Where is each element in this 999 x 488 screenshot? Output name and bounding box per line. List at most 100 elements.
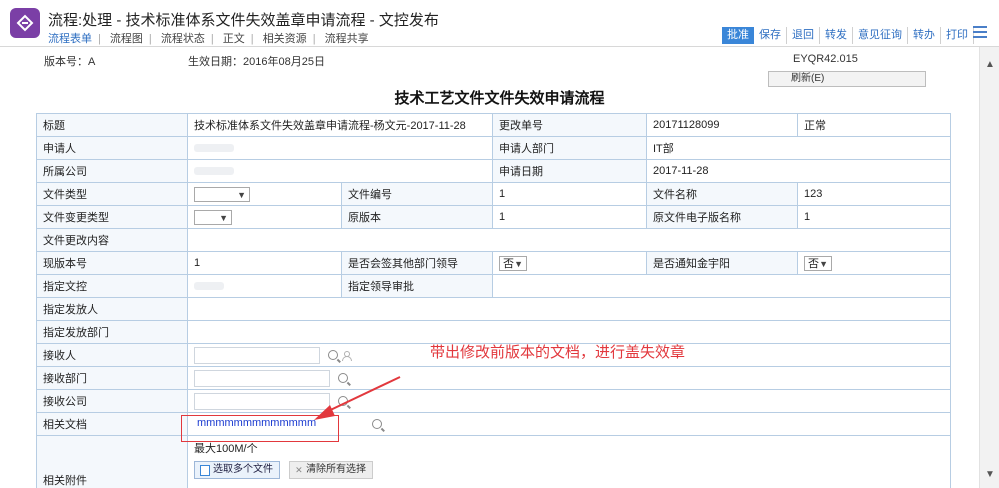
file-no-value: 1 bbox=[492, 182, 647, 206]
countersign-cell: 否 ▼ bbox=[492, 251, 647, 275]
redacted-value bbox=[194, 167, 234, 176]
orig-version-label: 原版本 bbox=[341, 205, 493, 229]
separator: | bbox=[210, 33, 214, 45]
leader-approval-value[interactable] bbox=[492, 274, 951, 298]
file-type-cell: ▼ bbox=[187, 182, 342, 206]
applicant-value bbox=[187, 136, 493, 160]
orig-file-name-label: 原文件电子版名称 bbox=[646, 205, 798, 229]
change-no-value: 20171128099 bbox=[646, 113, 798, 137]
file-no-label: 文件编号 bbox=[341, 182, 493, 206]
save-button[interactable]: 保存 bbox=[754, 27, 787, 44]
separator: | bbox=[98, 33, 101, 45]
tab-flow-status[interactable]: 流程状态 bbox=[161, 33, 205, 45]
file-type-label: 文件类型 bbox=[36, 182, 188, 206]
redacted-value bbox=[194, 144, 234, 153]
consult-button[interactable]: 意见征询 bbox=[853, 27, 908, 44]
table-row: 文件变更类型 ▼ 原版本 1 原文件电子版名称 1 bbox=[36, 205, 951, 229]
effective-date: 生效日期：2016年08月25日 bbox=[188, 56, 325, 68]
title-value: 技术标准体系文件失效盖章申请流程-杨文元-2017-11-28 bbox=[187, 113, 493, 137]
apply-date-value: 2017-11-28 bbox=[646, 159, 951, 183]
file-type-select[interactable]: ▼ bbox=[194, 186, 250, 202]
notify-select[interactable]: 否 ▼ bbox=[804, 255, 832, 271]
notify-cell: 否 ▼ bbox=[797, 251, 951, 275]
table-row: 现版本号 1 是否会签其他部门领导 否 ▼ 是否通知金宇阳 否 ▼ bbox=[36, 251, 951, 275]
table-row: 指定发放人 bbox=[36, 297, 951, 321]
upload-files-button[interactable]: 选取多个文件 bbox=[194, 461, 280, 479]
search-icon[interactable] bbox=[328, 350, 338, 360]
change-type-label: 文件变更类型 bbox=[36, 205, 188, 229]
distributor-value[interactable] bbox=[187, 297, 951, 321]
clear-selection-button[interactable]: 清除所有选择 bbox=[289, 461, 374, 479]
subnav: 流程表单 | 流程图 | 流程状态 | 正文 | 相关资源 | 流程共享 bbox=[48, 30, 369, 46]
receiving-dept-label: 接收部门 bbox=[36, 366, 188, 390]
assigned-control-label: 指定文控 bbox=[36, 274, 188, 298]
related-doc-label: 相关文档 bbox=[36, 412, 188, 436]
version-label: 版本号：A bbox=[44, 56, 96, 68]
tab-flow-form[interactable]: 流程表单 bbox=[48, 33, 92, 45]
countersign-select[interactable]: 否 ▼ bbox=[499, 255, 527, 271]
applicant-label: 申请人 bbox=[36, 136, 188, 160]
select-value: 否 bbox=[503, 257, 514, 270]
current-version-label: 现版本号 bbox=[36, 251, 188, 275]
file-name-label: 文件名称 bbox=[646, 182, 798, 206]
refresh-button[interactable]: 刷新(E) bbox=[768, 71, 926, 87]
tab-flow-chart[interactable]: 流程图 bbox=[110, 33, 143, 45]
applicant-dept-value: IT部 bbox=[646, 136, 951, 160]
change-type-select[interactable]: ▼ bbox=[194, 209, 232, 225]
annotation-arrow bbox=[314, 376, 401, 420]
annotation-text: 带出修改前版本的文档，进行盖失效章 bbox=[430, 344, 686, 361]
table-row: 指定文控 指定领导审批 bbox=[36, 274, 951, 298]
change-content-value[interactable] bbox=[187, 228, 951, 252]
chevron-down-icon: ▼ bbox=[514, 258, 523, 269]
window-header: 流程:处理 - 技术标准体系文件失效盖章申请流程 - 文控发布 流程表单 | 流程… bbox=[0, 0, 999, 47]
company-label: 所属公司 bbox=[36, 159, 188, 183]
countersign-label: 是否会签其他部门领导 bbox=[341, 251, 493, 275]
change-type-cell: ▼ bbox=[187, 205, 342, 229]
leader-approval-label: 指定领导审批 bbox=[341, 274, 493, 298]
file-name-value: 123 bbox=[797, 182, 951, 206]
redacted-value bbox=[194, 282, 224, 291]
orig-version-value: 1 bbox=[492, 205, 647, 229]
scroll-down-icon[interactable]: ▼ bbox=[985, 469, 995, 480]
menu-icon[interactable] bbox=[973, 26, 987, 40]
tab-flow-share[interactable]: 流程共享 bbox=[325, 33, 369, 45]
action-toolbar: 批准 保存 退回 转发 意见征询 转办 打印 bbox=[722, 27, 974, 44]
change-no-label: 更改单号 bbox=[492, 113, 647, 137]
form-content: 版本号：A 生效日期：2016年08月25日 EYQR42.015 刷新(E) … bbox=[0, 47, 978, 488]
separator: | bbox=[312, 33, 316, 45]
status-value: 正常 bbox=[797, 113, 951, 137]
receiver-input[interactable] bbox=[194, 346, 320, 364]
tab-related-resources[interactable]: 相关资源 bbox=[263, 33, 307, 45]
person-icon[interactable] bbox=[342, 350, 352, 361]
return-button[interactable]: 退回 bbox=[787, 27, 820, 44]
page-title: 流程:处理 - 技术标准体系文件失效盖章申请流程 - 文控发布 bbox=[48, 12, 439, 29]
table-row: 文件类型 ▼ 文件编号 1 文件名称 123 bbox=[36, 182, 951, 206]
approve-button[interactable]: 批准 bbox=[722, 27, 754, 44]
print-button[interactable]: 打印 bbox=[941, 27, 974, 44]
attachment-label: 相关附件 bbox=[36, 435, 188, 488]
table-row: 申请人 申请人部门 IT部 bbox=[36, 136, 951, 160]
forward-button[interactable]: 转发 bbox=[820, 27, 853, 44]
notify-label: 是否通知金宇阳 bbox=[646, 251, 798, 275]
separator: | bbox=[250, 33, 254, 45]
distributor-label: 指定发放人 bbox=[36, 297, 188, 321]
tab-main-text[interactable]: 正文 bbox=[223, 33, 245, 45]
vertical-scrollbar[interactable]: ▲ ▼ bbox=[979, 47, 999, 488]
attachment-cell: 最大100M/个 选取多个文件 清除所有选择 bbox=[187, 435, 951, 488]
scroll-up-icon[interactable]: ▲ bbox=[985, 59, 995, 70]
table-row: 标题 技术标准体系文件失效盖章申请流程-杨文元-2017-11-28 更改单号 … bbox=[36, 113, 951, 137]
table-row: 文件更改内容 bbox=[36, 228, 951, 252]
apply-date-label: 申请日期 bbox=[492, 159, 647, 183]
table-row: 所属公司 申请日期 2017-11-28 bbox=[36, 159, 951, 183]
chevron-down-icon: ▼ bbox=[237, 189, 246, 200]
select-value: 否 bbox=[808, 257, 819, 270]
orig-file-name-value: 1 bbox=[797, 205, 951, 229]
separator: | bbox=[148, 33, 152, 45]
transfer-button[interactable]: 转办 bbox=[908, 27, 941, 44]
app-logo-icon bbox=[10, 8, 40, 38]
applicant-dept-label: 申请人部门 bbox=[492, 136, 647, 160]
receiving-company-label: 接收公司 bbox=[36, 389, 188, 413]
table-row: 相关附件 最大100M/个 选取多个文件 清除所有选择 bbox=[36, 435, 951, 488]
receiver-label: 接收人 bbox=[36, 343, 188, 367]
current-version-value: 1 bbox=[187, 251, 342, 275]
